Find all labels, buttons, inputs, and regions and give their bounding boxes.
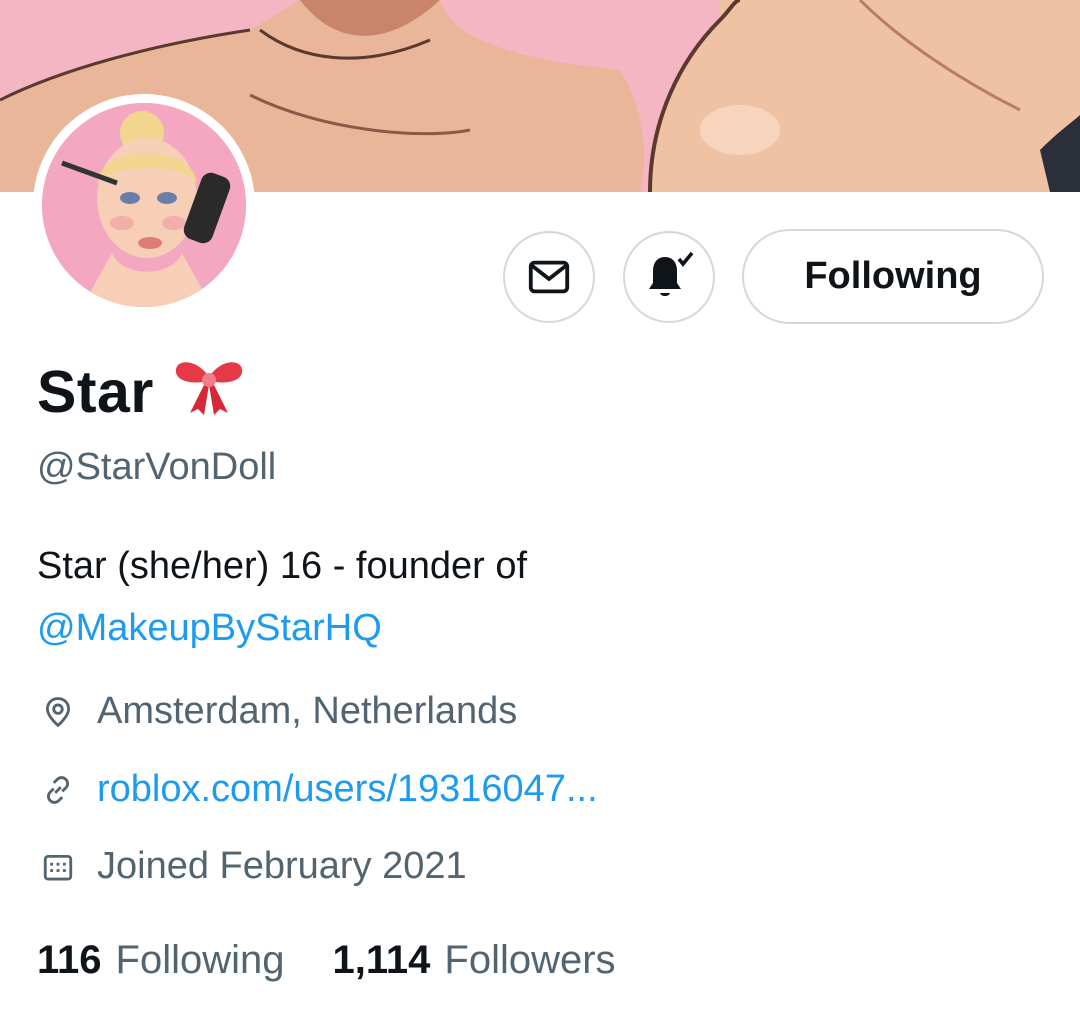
avatar-illustration: [42, 103, 246, 307]
location-text: Amsterdam, Netherlands: [97, 690, 518, 732]
joined-row: Joined February 2021: [37, 845, 467, 888]
bio-mention-link[interactable]: @MakeupByStarHQ: [37, 597, 737, 659]
link-icon: [37, 769, 79, 811]
calendar-icon: [37, 846, 79, 888]
ribbon-emoji: [172, 355, 246, 429]
envelope-icon: [528, 260, 570, 294]
ribbon-icon: [175, 362, 242, 415]
profile-avatar[interactable]: [33, 94, 255, 316]
notifications-button[interactable]: [623, 231, 715, 323]
message-button[interactable]: [503, 231, 595, 323]
followers-count[interactable]: 1,114: [333, 938, 431, 983]
display-name: Star: [37, 355, 246, 429]
bio: Star (she/her) 16 - founder of @MakeupBy…: [37, 535, 737, 659]
follow-stats: 116 Following 1,114 Followers: [37, 938, 664, 983]
bio-text: Star (she/her) 16 - founder of: [37, 545, 528, 587]
following-label[interactable]: Following: [116, 938, 285, 983]
followers-label[interactable]: Followers: [444, 938, 615, 983]
bell-check-icon: [649, 251, 694, 296]
location-pin-icon: [37, 691, 79, 733]
website-link[interactable]: roblox.com/users/19316047...: [97, 768, 598, 811]
following-button[interactable]: Following: [742, 229, 1044, 324]
user-handle: @StarVonDoll: [37, 446, 277, 488]
joined-text: Joined February 2021: [97, 845, 467, 887]
display-name-text: Star: [37, 359, 154, 425]
location-row: Amsterdam, Netherlands: [37, 690, 517, 733]
following-count[interactable]: 116: [37, 938, 102, 983]
website-row: roblox.com/users/19316047...: [37, 768, 598, 811]
